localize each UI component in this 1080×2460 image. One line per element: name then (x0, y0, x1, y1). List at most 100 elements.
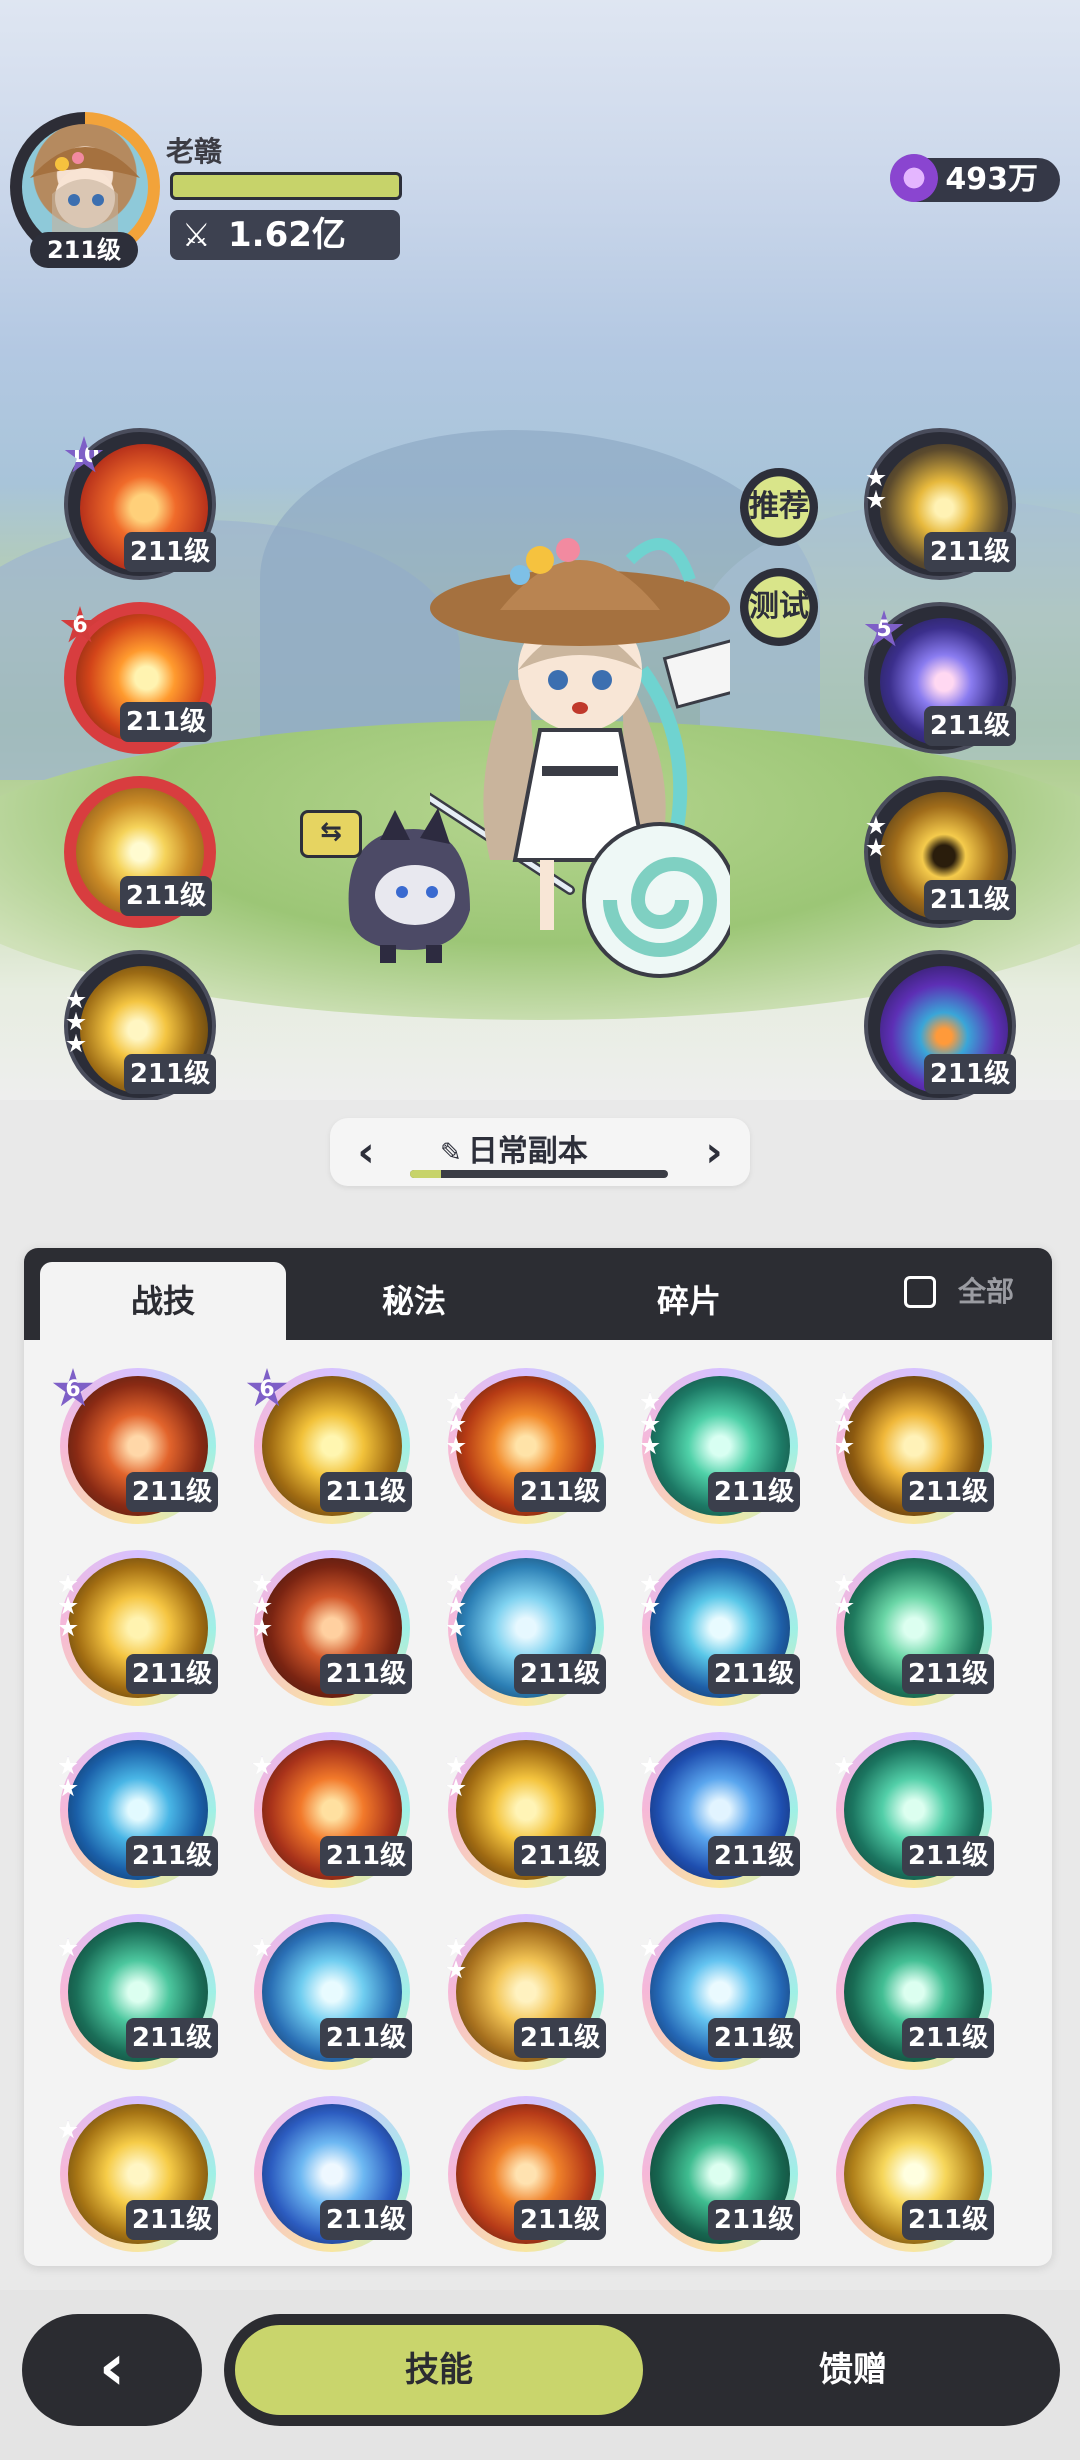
star-rank (58, 1938, 80, 1958)
currency-display[interactable]: 493万 (890, 154, 1060, 202)
skill-level: 211级 (320, 1654, 412, 1694)
star-rank (252, 1756, 274, 1776)
nav-switch: 技能 馈赠 (224, 2314, 1060, 2426)
skill-level: 211级 (514, 1654, 606, 1694)
skill-card[interactable]: 211级 (834, 1368, 994, 1524)
tab-shards[interactable]: 碎片 (564, 1262, 814, 1340)
skill-level: 211级 (126, 2200, 218, 2240)
equipped-skill-slot[interactable]: 211级 (864, 428, 1016, 580)
skill-card[interactable]: 211级 (446, 1732, 606, 1888)
skill-card[interactable]: 211级 (252, 1732, 412, 1888)
skill-card[interactable]: 6 211级 (246, 1368, 412, 1524)
equipped-skill-slot[interactable]: 211级 (64, 776, 216, 928)
stage-selector: ‹ ✎ 日常副本 › (330, 1118, 750, 1186)
back-button[interactable]: ‹ (22, 2314, 202, 2426)
star-rank (866, 816, 888, 858)
skill-card[interactable]: 211级 (836, 2096, 994, 2252)
equipped-skill-slot[interactable]: 6 211级 (60, 602, 216, 754)
skill-card[interactable]: 211级 (640, 1550, 800, 1706)
star-rank (640, 1574, 662, 1616)
skill-card[interactable]: 211级 (58, 1914, 218, 2070)
skill-level: 211级 (924, 880, 1016, 920)
equipped-skill-slot[interactable]: 211级 (864, 950, 1016, 1100)
skill-level: 211级 (708, 1836, 800, 1876)
skill-level: 211级 (708, 2018, 800, 2058)
skill-level: 211级 (924, 1054, 1016, 1094)
skill-card[interactable]: 211级 (640, 1368, 800, 1524)
skill-level: 211级 (514, 2018, 606, 2058)
chevron-left-icon: ‹ (98, 2331, 126, 2405)
star-rank (58, 1574, 80, 1638)
skill-card[interactable]: 6 211级 (52, 1368, 218, 1524)
star-rank (834, 1392, 856, 1456)
skill-level: 211级 (514, 1472, 606, 1512)
show-all-checkbox[interactable] (904, 1276, 936, 1308)
skill-card[interactable]: 211级 (254, 2096, 412, 2252)
skill-card[interactable]: 211级 (58, 1732, 218, 1888)
skill-card[interactable]: 211级 (448, 2096, 606, 2252)
equipped-skill-slot[interactable]: 10 211级 (64, 428, 216, 580)
stage-progress-fill (410, 1170, 441, 1178)
skill-level: 211级 (924, 706, 1016, 746)
star-rank (58, 2120, 80, 2140)
skill-level: 211级 (320, 2018, 412, 2058)
tab-bar: 战技 秘法 碎片 全部 (24, 1248, 1052, 1340)
star-rank (252, 1574, 274, 1638)
skill-level: 211级 (126, 1472, 218, 1512)
equipped-skill-slot[interactable]: 211级 (64, 950, 216, 1100)
test-button[interactable]: 测试 (740, 568, 818, 646)
skill-level: 211级 (924, 532, 1016, 572)
swap-pet-icon[interactable]: ⇆ (300, 810, 362, 858)
skill-card[interactable]: 211级 (834, 1550, 994, 1706)
skill-card[interactable]: 211级 (446, 1914, 606, 2070)
skill-level: 211级 (902, 1472, 994, 1512)
combat-power-value: 1.62亿 (228, 215, 346, 255)
equipped-skill-slot[interactable]: 5 211级 (864, 602, 1016, 754)
nav-skill-button[interactable]: 技能 (232, 2322, 646, 2418)
skill-level: 211级 (708, 2200, 800, 2240)
combat-power: ⚔ 1.62亿 (170, 210, 400, 260)
chevron-right-icon[interactable]: › (694, 1128, 734, 1176)
skill-level: 211级 (902, 2200, 994, 2240)
stage-label-group[interactable]: ✎ 日常副本 (440, 1126, 588, 1170)
tab-skills[interactable]: 战技 (40, 1262, 286, 1340)
skill-level: 211级 (120, 876, 212, 916)
skill-card[interactable]: 211级 (642, 2096, 800, 2252)
star-rank (446, 1574, 468, 1638)
skill-card[interactable]: 211级 (446, 1550, 606, 1706)
star-rank (252, 1938, 274, 1958)
skill-level: 211级 (902, 1654, 994, 1694)
skill-card[interactable]: 211级 (58, 1550, 218, 1706)
tab-arcane[interactable]: 秘法 (314, 1262, 514, 1340)
skill-level: 211级 (320, 1472, 412, 1512)
skill-level: 211级 (126, 1654, 218, 1694)
stage-progress-bar (410, 1170, 668, 1178)
skill-card[interactable]: 211级 (252, 1914, 412, 2070)
equipped-skill-slot[interactable]: 211级 (864, 776, 1016, 928)
pencil-icon: ✎ (440, 1138, 462, 1168)
bottom-nav: ‹ 技能 馈赠 (0, 2290, 1080, 2460)
skill-level: 211级 (514, 1836, 606, 1876)
crossed-swords-icon: ⚔ (182, 216, 211, 254)
skill-card[interactable]: 211级 (58, 2096, 218, 2252)
player-hp-bar (170, 172, 402, 200)
skill-card[interactable]: 211级 (834, 1732, 994, 1888)
skill-card[interactable]: 211级 (640, 1732, 800, 1888)
show-all-label[interactable]: 全部 (958, 1266, 1014, 1318)
skill-card[interactable]: 211级 (640, 1914, 800, 2070)
nav-gift-button[interactable]: 馈赠 (654, 2322, 1052, 2418)
skill-card[interactable]: 211级 (252, 1550, 412, 1706)
player-level-badge: 211级 (30, 232, 138, 268)
chevron-left-icon[interactable]: ‹ (346, 1128, 386, 1176)
star-rank (446, 1938, 468, 1980)
skill-level: 211级 (320, 1836, 412, 1876)
skill-level: 211级 (124, 1054, 216, 1094)
skill-inventory-panel: 战技 秘法 碎片 全部 6 211级 6 211级 211级 211级 211级 211级 21… (24, 1248, 1052, 2266)
recommend-button[interactable]: 推荐 (740, 468, 818, 546)
skill-card[interactable]: 211级 (446, 1368, 606, 1524)
skill-level: 211级 (708, 1654, 800, 1694)
star-rank (866, 468, 888, 510)
skill-card[interactable]: 211级 (836, 1914, 994, 2070)
star-rank (58, 1756, 80, 1798)
star-rank (640, 1756, 662, 1776)
